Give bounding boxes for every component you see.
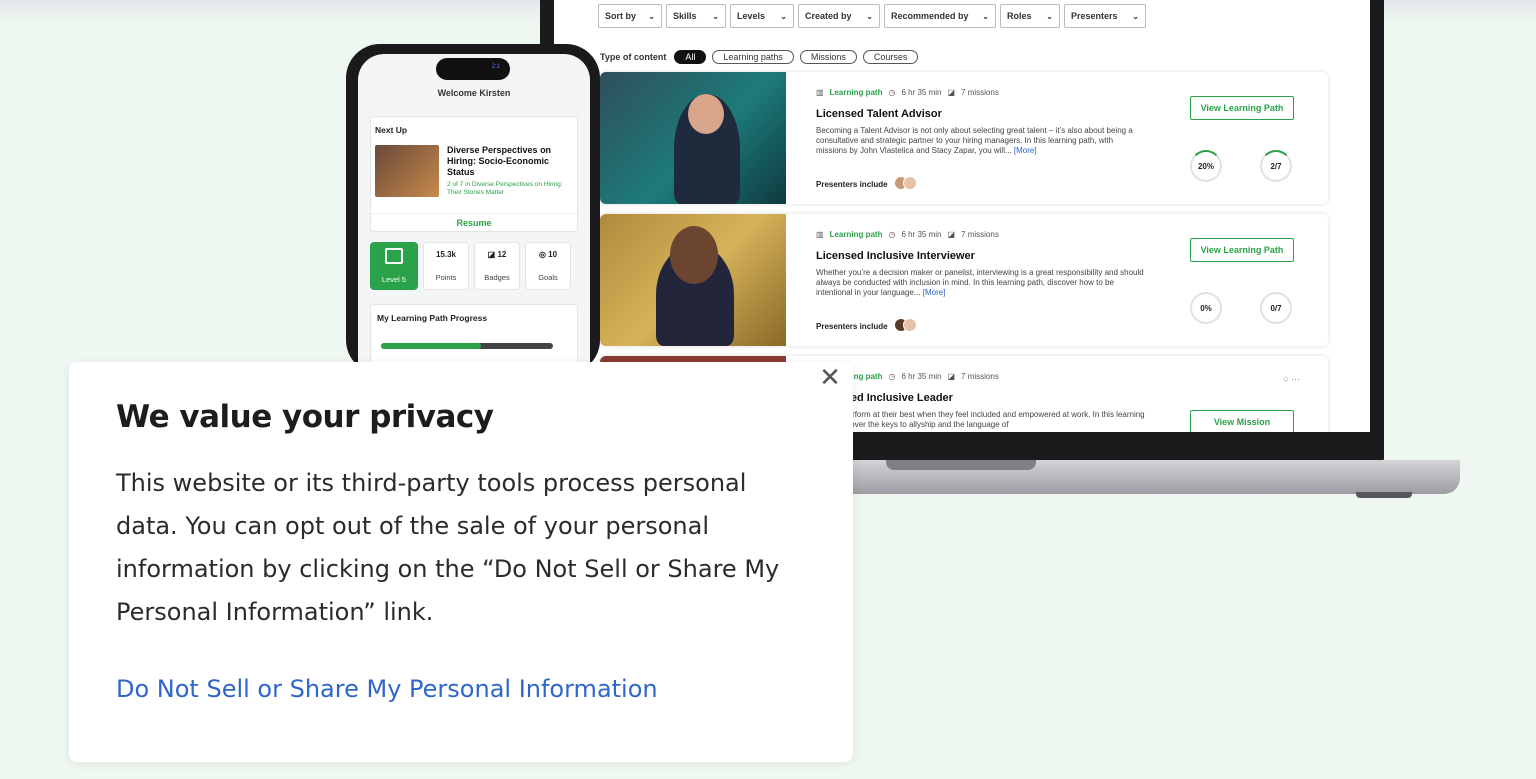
content-type-filter: Type of content All Learning paths Missi… <box>600 50 919 64</box>
privacy-body: This website or its third-party tools pr… <box>116 469 780 626</box>
badge-icon: ◪ <box>487 250 498 259</box>
presenters-row: Presenters include <box>816 176 917 192</box>
content-type-label: Type of content <box>600 52 667 62</box>
filter-skills[interactable]: Skills ⌄ <box>666 4 726 28</box>
mission-icon: ◪ <box>947 230 956 239</box>
card-description: Whether you’re a decision maker or panel… <box>816 268 1144 297</box>
more-link[interactable]: [More] <box>1014 146 1037 155</box>
card-title: Licensed Talent Advisor <box>816 108 942 120</box>
chevron-down-icon: ⌄ <box>866 11 873 21</box>
view-learning-path-button[interactable]: View Learning Path <box>1190 96 1294 120</box>
goals-stat[interactable]: ◎ 10 Goals <box>525 242 571 290</box>
chevron-down-icon: ⌄ <box>712 11 719 21</box>
chip-courses[interactable]: Courses <box>862 50 919 64</box>
card-meta: ▥ Learning path ◷ 6 hr 35 min ◪ 7 missio… <box>816 230 999 239</box>
presenter-avatars <box>893 176 917 192</box>
target-icon: ◎ <box>538 250 549 259</box>
badges-stat[interactable]: ◪ 12 Badges <box>474 242 520 290</box>
filter-sort-by[interactable]: Sort by ⌄ <box>598 4 662 28</box>
more-link[interactable]: [More] <box>923 288 946 297</box>
chevron-down-icon: ⌄ <box>648 11 655 21</box>
chevron-down-icon: ⌄ <box>982 11 989 21</box>
course-card[interactable]: ▥ Learning path ◷ 6 hr 35 min ◪ 7 missio… <box>600 214 1328 346</box>
completion-percent: 0% <box>1190 292 1222 324</box>
filter-bar: Sort by ⌄ Skills ⌄ Levels ⌄ Created by ⌄ Rec… <box>598 4 1146 28</box>
view-mission-button[interactable]: View Mission <box>1190 410 1294 432</box>
privacy-dialog: ✕ We value your privacy This website or … <box>69 362 853 762</box>
clock-icon: ◷ <box>888 372 896 381</box>
privacy-title: We value your privacy <box>116 399 494 435</box>
next-up-card[interactable]: Next Up Diverse Perspectives on Hiring: … <box>370 116 578 232</box>
clock-icon: ◷ <box>888 88 896 97</box>
progress-bar <box>381 343 553 349</box>
close-icon[interactable]: ✕ <box>818 365 842 391</box>
card-meta: ▥ Learning path ◷ 6 hr 35 min ◪ 7 missio… <box>816 88 999 97</box>
resume-button[interactable]: Resume <box>371 213 577 228</box>
progress-title: My Learning Path Progress <box>377 313 488 323</box>
filter-levels[interactable]: Levels ⌄ <box>730 4 794 28</box>
presenter-avatars <box>893 318 917 334</box>
level-stat[interactable]: Level 5 <box>370 242 418 290</box>
chevron-down-icon: ⌄ <box>1132 11 1139 21</box>
view-learning-path-button[interactable]: View Learning Path <box>1190 238 1294 262</box>
stats-row: Level 5 15.3k Points ◪ 12 Badges ◎ 10 Goals <box>370 242 571 290</box>
points-stat[interactable]: 15.3k Points <box>423 242 469 290</box>
chip-learning-paths[interactable]: Learning paths <box>712 50 794 64</box>
presenter-head <box>688 94 724 134</box>
course-card[interactable]: ▥ Learning path ◷ 6 hr 35 min ◪ 7 missio… <box>600 72 1328 204</box>
filter-presenters[interactable]: Presenters ⌄ <box>1064 4 1146 28</box>
phone-screen: 2:1 Welcome Kirsten Next Up Diverse Pers… <box>358 54 590 374</box>
avatar <box>902 318 917 332</box>
card-thumbnail <box>600 72 786 204</box>
missions-progress: 2/7 <box>1260 150 1292 182</box>
filter-roles[interactable]: Roles ⌄ <box>1000 4 1060 28</box>
mission-icon: ◪ <box>947 372 956 381</box>
filter-recommended-by[interactable]: Recommended by ⌄ <box>884 4 996 28</box>
welcome-heading: Welcome Kirsten <box>437 88 511 98</box>
chevron-down-icon: ⌄ <box>1046 11 1053 21</box>
mission-icon: ◪ <box>947 88 956 97</box>
next-up-label: Next Up <box>375 125 408 135</box>
next-up-subtitle: 2 of 7 in Diverse Perspectives on Hiring… <box>447 181 563 196</box>
card-thumbnail <box>600 214 786 346</box>
path-icon: ▥ <box>816 230 824 239</box>
clock-icon: ◷ <box>888 230 896 239</box>
do-not-sell-link[interactable]: Do Not Sell or Share My Personal Informa… <box>116 675 658 703</box>
next-up-title: Diverse Perspectives on Hiring: Socio-Ec… <box>447 145 552 177</box>
next-up-thumbnail <box>375 145 439 197</box>
laptop-notch <box>886 460 1036 470</box>
filter-created-by[interactable]: Created by ⌄ <box>798 4 880 28</box>
progress-fill <box>381 343 481 349</box>
missions-progress: 0/7 <box>1260 292 1292 324</box>
card-description: People perform at their best when they f… <box>816 410 1145 429</box>
completion-percent: 20% <box>1190 150 1222 182</box>
card-description: Becoming a Talent Advisor is not only ab… <box>816 126 1133 155</box>
chat-icon[interactable]: ○ ··· <box>1283 374 1300 384</box>
presenters-row: Presenters include <box>816 318 917 334</box>
chip-missions[interactable]: Missions <box>799 50 857 64</box>
level-icon <box>385 248 403 265</box>
presenter-head <box>670 226 718 284</box>
card-title: Licensed Inclusive Interviewer <box>816 250 975 262</box>
laptop-foot <box>1356 492 1412 498</box>
avatar <box>902 176 917 190</box>
dynamic-island: 2:1 <box>436 58 510 80</box>
chevron-down-icon: ⌄ <box>780 11 787 21</box>
chip-all[interactable]: All <box>674 50 707 64</box>
path-icon: ▥ <box>816 88 824 97</box>
